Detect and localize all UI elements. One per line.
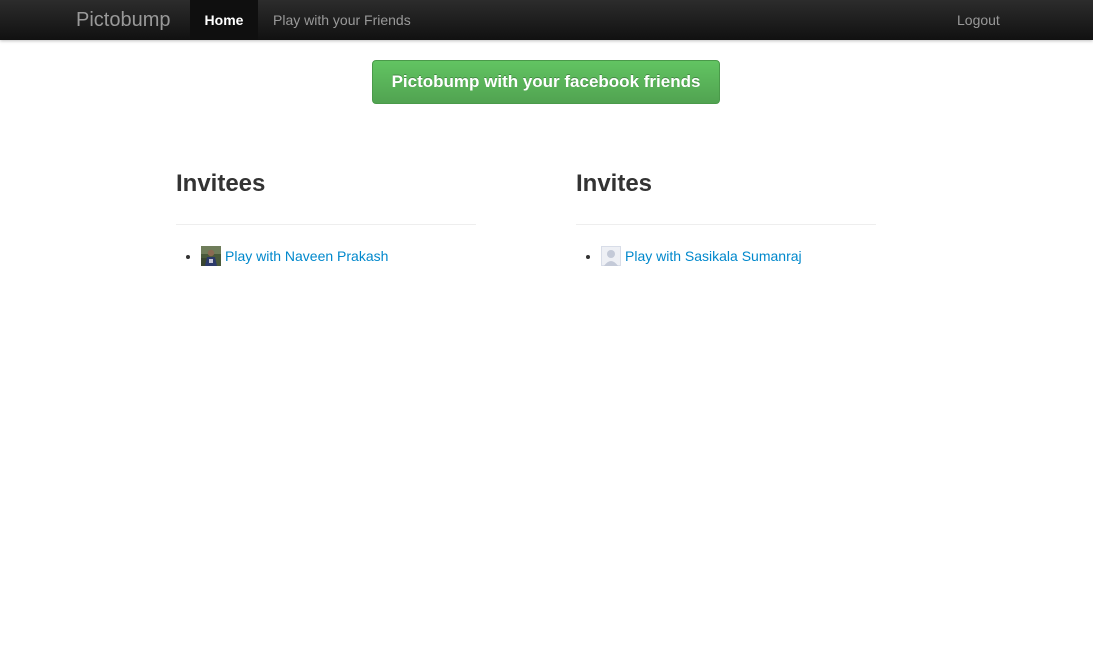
section-divider [176,224,476,225]
invitees-section: Invitees Play with Naveen Prakash [176,160,476,266]
invites-section: Invites Play with Sasikala Sumanraj [576,160,876,266]
user-photo-icon [201,246,221,266]
facebook-friends-button[interactable]: Pictobump with your facebook friends [372,60,720,104]
section-divider [576,224,876,225]
bullet-icon [186,255,190,259]
logout-link[interactable]: Logout [957,0,1000,40]
nav-item-play-with-friends[interactable]: Play with your Friends [273,0,411,40]
bullet-icon [586,255,590,259]
top-navbar: Pictobump Home Play with your Friends Lo… [0,0,1093,40]
default-user-icon [601,246,621,266]
invitees-heading: Invitees [176,170,266,197]
brand-logo[interactable]: Pictobump [76,8,171,32]
play-with-sasikala-link[interactable]: Play with Sasikala Sumanraj [625,246,802,266]
nav-item-home[interactable]: Home [190,0,258,40]
play-with-naveen-link[interactable]: Play with Naveen Prakash [225,246,388,266]
invites-heading: Invites [576,170,653,197]
